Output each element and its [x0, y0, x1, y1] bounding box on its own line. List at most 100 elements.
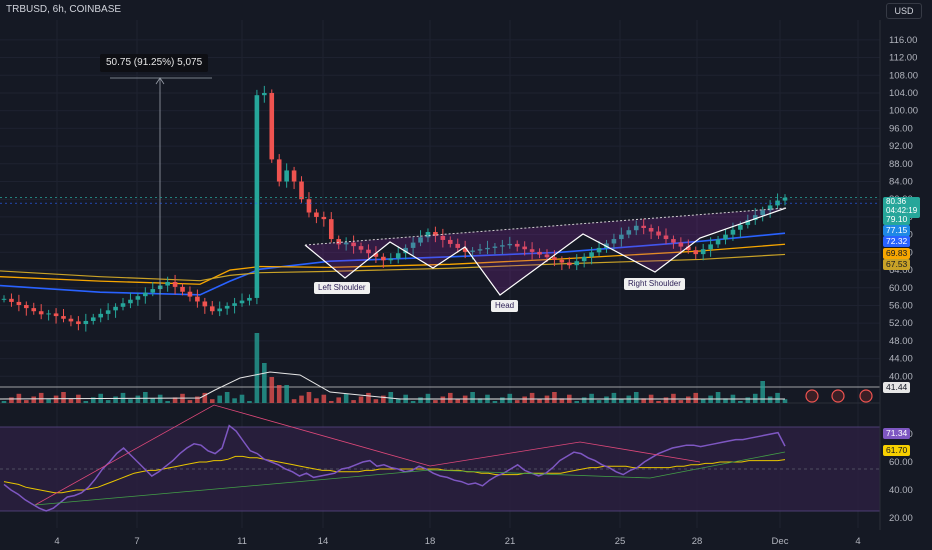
volume-bar	[195, 396, 200, 403]
price-tick-label: 88.00	[889, 159, 913, 170]
time-axis: 4 7 11 14 18 21 25 28 Dec 4	[54, 536, 860, 547]
volume-bar	[247, 401, 252, 403]
ma-d-tag: 69.83	[883, 248, 911, 259]
volume-bar	[574, 401, 580, 403]
volume-bar	[619, 399, 624, 403]
volume-bar	[61, 392, 66, 403]
candle-body	[90, 317, 96, 321]
time-tick-label: 14	[318, 536, 329, 547]
volume-bar	[596, 400, 602, 403]
candle-body	[98, 313, 103, 318]
candles	[1, 85, 788, 332]
volume-bar	[1, 401, 7, 403]
candle-body	[76, 321, 81, 325]
volume-bar	[500, 397, 505, 403]
currency-button[interactable]: USD	[886, 3, 922, 19]
candle-body	[395, 253, 401, 259]
candle-body	[187, 291, 193, 297]
price-tick-label: 44.00	[889, 354, 913, 365]
price-tick-label: 96.00	[889, 123, 913, 134]
ma-c-tag: 72.32	[883, 236, 911, 247]
candle-body	[31, 308, 37, 312]
event-icon	[859, 389, 873, 403]
price-tick-label: 52.00	[889, 318, 913, 329]
price-tick-label: 48.00	[889, 336, 913, 347]
symbol-title: TRBUSD, 6h, COINBASE	[6, 4, 122, 15]
volume-bar	[135, 395, 141, 403]
right-shoulder-label: Right Shoulder	[624, 278, 685, 290]
volume-bar	[537, 399, 542, 403]
candle-body	[589, 252, 594, 257]
volume-bar	[522, 396, 527, 403]
rsi-tag: 71.34	[883, 428, 911, 439]
volume-bar	[782, 399, 788, 403]
candle-body	[195, 296, 200, 302]
volume-bar	[165, 401, 170, 403]
volume-bar	[254, 333, 260, 403]
ma-e-tag: 67.53	[883, 259, 911, 270]
trading-chart[interactable]: 116.00 112.00 108.00 104.00 100.00 96.00 92.00…	[0, 0, 932, 550]
candle-body	[232, 303, 237, 306]
candle-body	[1, 298, 7, 300]
volume-bar	[410, 401, 416, 403]
volume-bar	[150, 398, 156, 403]
volume-bar	[767, 396, 773, 403]
candle-body	[150, 289, 156, 293]
candle-body	[715, 239, 721, 245]
candle-body	[202, 301, 208, 307]
candle-body	[46, 313, 51, 315]
volume-bar	[656, 401, 661, 403]
volume-bar	[358, 396, 364, 403]
volume-bars	[1, 333, 788, 403]
price-tick-label: 60.00	[889, 283, 913, 294]
volume-bar	[693, 392, 699, 403]
ma-a-tag: 79.10	[883, 214, 911, 225]
volume-bar	[492, 401, 498, 403]
volume-bar	[239, 394, 245, 403]
candle-body	[708, 244, 713, 250]
candle-body	[299, 181, 304, 200]
volume-bar	[671, 393, 676, 403]
candle-body	[254, 95, 260, 298]
volume-bar	[38, 392, 44, 403]
candle-body	[693, 250, 699, 255]
volume-bar	[9, 397, 14, 403]
time-tick-label: 4	[54, 536, 59, 547]
event-icon	[831, 389, 845, 403]
volume-bar	[425, 393, 431, 403]
volume-bar	[291, 399, 297, 403]
volume-bar	[663, 397, 669, 403]
candle-body	[291, 170, 297, 182]
measure-label: 50.75 (91.25%) 5,075	[100, 54, 209, 72]
candle-body	[209, 306, 215, 312]
volume-bar	[53, 395, 59, 403]
volume-bar	[187, 400, 193, 403]
price-tick-label: 116.00	[889, 35, 917, 46]
volume-bar	[373, 399, 379, 403]
volume-bar	[128, 399, 133, 403]
time-tick-label: 11	[237, 536, 247, 547]
volume-bar	[760, 381, 765, 403]
candle-body	[239, 300, 245, 304]
volume-bar	[46, 399, 51, 403]
volume-bar	[715, 392, 721, 403]
candle-body	[217, 308, 223, 312]
rsi-tick-label: 40.00	[889, 485, 913, 496]
volume-bar	[113, 396, 118, 403]
volume-bar	[143, 392, 148, 403]
candle-body	[269, 92, 275, 160]
volume-bar	[433, 400, 438, 403]
time-tick-label: 4	[855, 536, 860, 547]
volume-bar	[24, 400, 29, 403]
candle-body	[321, 216, 327, 220]
candle-body	[128, 299, 133, 304]
event-icon	[805, 389, 819, 403]
volume-bar	[366, 392, 371, 403]
volume-bar	[276, 385, 282, 403]
volume-bar	[306, 392, 312, 403]
candle-body	[276, 159, 282, 182]
candle-body	[83, 320, 89, 325]
price-tick-label: 92.00	[889, 141, 913, 152]
candle-body	[143, 292, 148, 297]
candle-body	[306, 199, 312, 213]
